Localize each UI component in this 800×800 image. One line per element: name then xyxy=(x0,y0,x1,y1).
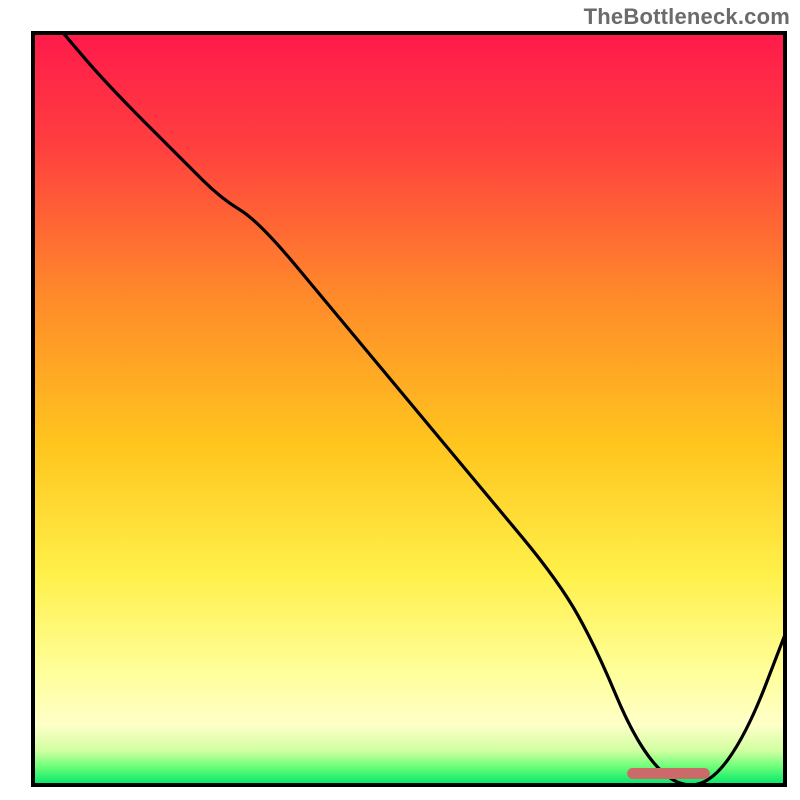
gradient-background xyxy=(33,33,785,785)
optimal-range-marker xyxy=(627,768,710,779)
chart-root: { "watermark": "TheBottleneck.com", "cha… xyxy=(0,0,800,800)
bottleneck-chart xyxy=(0,0,800,800)
watermark-text: TheBottleneck.com xyxy=(584,4,790,30)
